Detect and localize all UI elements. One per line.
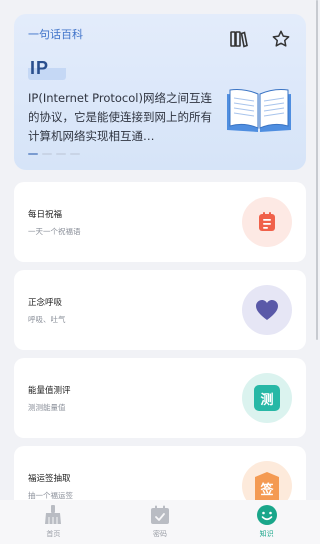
icon-glyph: 测 [260, 392, 274, 408]
card-subtitle: 测测能量值 [28, 403, 66, 412]
hero-term: IP [30, 58, 50, 78]
encyclopedia-card[interactable]: 一句话百科 IP IP(Internet Protocol)网络之间互连的协议，… [14, 14, 306, 170]
star-icon[interactable] [270, 28, 292, 50]
card-title: 正念呼吸 [28, 298, 63, 308]
energy-test-card[interactable]: 能量值测评 测测能量值 测 [14, 358, 306, 438]
card-title: 福运签抽取 [28, 474, 71, 484]
nav-label: 密码 [153, 530, 167, 538]
card-title: 能量值测评 [28, 386, 71, 396]
note-icon [255, 210, 279, 234]
test-badge-icon: 测 [254, 385, 280, 411]
nav-item-home[interactable]: 首页 [0, 500, 107, 544]
fortune-stick-icon: 签 [255, 472, 279, 500]
hero-description: IP(Internet Protocol)网络之间互连的协议，它是能使连接到网上… [28, 91, 212, 143]
broom-icon [42, 504, 64, 526]
scrollbar[interactable] [316, 0, 318, 340]
carousel-dot [28, 153, 38, 155]
carousel-indicator [28, 153, 80, 155]
card-icon-circle: 测 [242, 373, 292, 423]
daily-blessing-card[interactable]: 每日祝福 一天一个祝福语 [14, 182, 306, 262]
nav-item-password[interactable]: 密码 [107, 500, 214, 544]
card-subtitle: 一天一个祝福语 [28, 227, 81, 236]
bottom-nav: 首页 密码 知识 [0, 500, 320, 544]
card-icon-circle [242, 197, 292, 247]
mindful-breathing-card[interactable]: 正念呼吸 呼吸、吐气 [14, 270, 306, 350]
carousel-dot [56, 153, 66, 155]
smile-icon [256, 504, 278, 526]
nav-item-knowledge[interactable]: 知识 [213, 500, 320, 544]
bookshelf-icon[interactable] [228, 28, 250, 50]
nav-label: 知识 [259, 530, 274, 538]
carousel-dot [70, 153, 80, 155]
open-book-icon [227, 89, 291, 132]
card-subtitle: 呼吸、吐气 [28, 315, 66, 324]
carousel-dot [42, 153, 52, 155]
icon-glyph: 签 [260, 482, 274, 498]
card-title: 每日祝福 [28, 210, 63, 220]
hero-subtitle: 一句话百科 [28, 28, 83, 41]
heart-icon [255, 298, 279, 322]
calendar-check-icon [149, 504, 171, 526]
nav-label: 首页 [46, 530, 61, 538]
card-icon-circle [242, 285, 292, 335]
